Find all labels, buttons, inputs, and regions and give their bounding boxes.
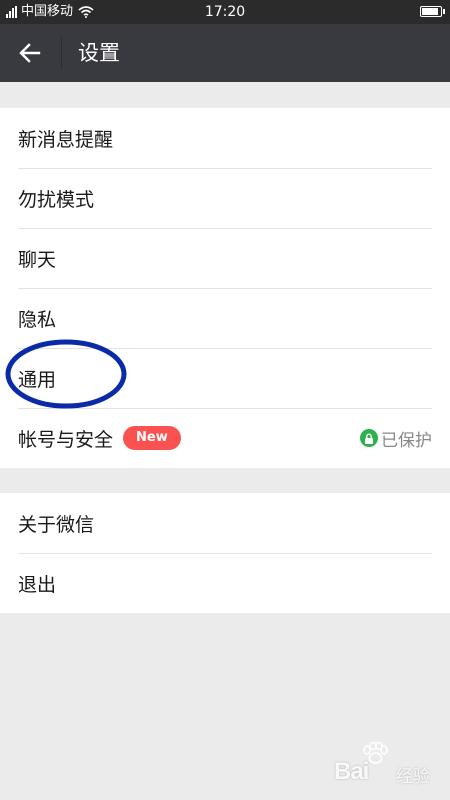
settings-item-account-security[interactable]: 帐号与安全 New 已保护 [0,408,450,468]
lock-icon [360,429,378,447]
settings-group-main: 新消息提醒 勿扰模式 聊天 隐私 通用 帐号与安全 New 已保护 [0,108,450,468]
settings-item-label: 帐号与安全 [18,428,114,451]
settings-item-about[interactable]: 关于微信 [0,493,450,553]
settings-item-label: 聊天 [18,248,57,271]
page-title: 设置 [78,41,120,65]
settings-group-secondary: 关于微信 退出 [0,493,450,613]
settings-item-label: 勿扰模式 [18,188,95,211]
settings-item-label: 退出 [18,573,57,596]
battery-fill [422,8,438,15]
settings-item-chat[interactable]: 聊天 [0,228,450,288]
settings-item-label: 新消息提醒 [18,128,114,151]
settings-item-logout[interactable]: 退出 [0,553,450,613]
arrow-left-icon[interactable] [18,41,42,65]
protection-status: 已保护 [360,426,432,451]
paw-icon [363,742,388,764]
settings-item-label: 关于微信 [18,513,95,536]
protection-status-text: 已保护 [381,430,432,451]
battery-nub [443,9,445,14]
watermark-text: 经验 [396,767,430,787]
status-time: 17:20 [204,4,246,20]
settings-item-general[interactable]: 通用 [0,348,450,408]
settings-item-notifications[interactable]: 新消息提醒 [0,108,450,168]
header-divider [61,37,62,69]
settings-item-do-not-disturb[interactable]: 勿扰模式 [0,168,450,228]
app-bar: 设置 [0,24,450,82]
watermark: Bai 经验 [334,740,444,790]
settings-item-label: 通用 [18,368,57,391]
status-bar: 中国移动 17:20 [0,0,450,24]
watermark-brand: Bai [334,758,369,785]
new-badge: New [123,426,181,450]
battery-icon [420,6,445,17]
settings-item-privacy[interactable]: 隐私 [0,288,450,348]
settings-item-label: 隐私 [18,308,57,331]
